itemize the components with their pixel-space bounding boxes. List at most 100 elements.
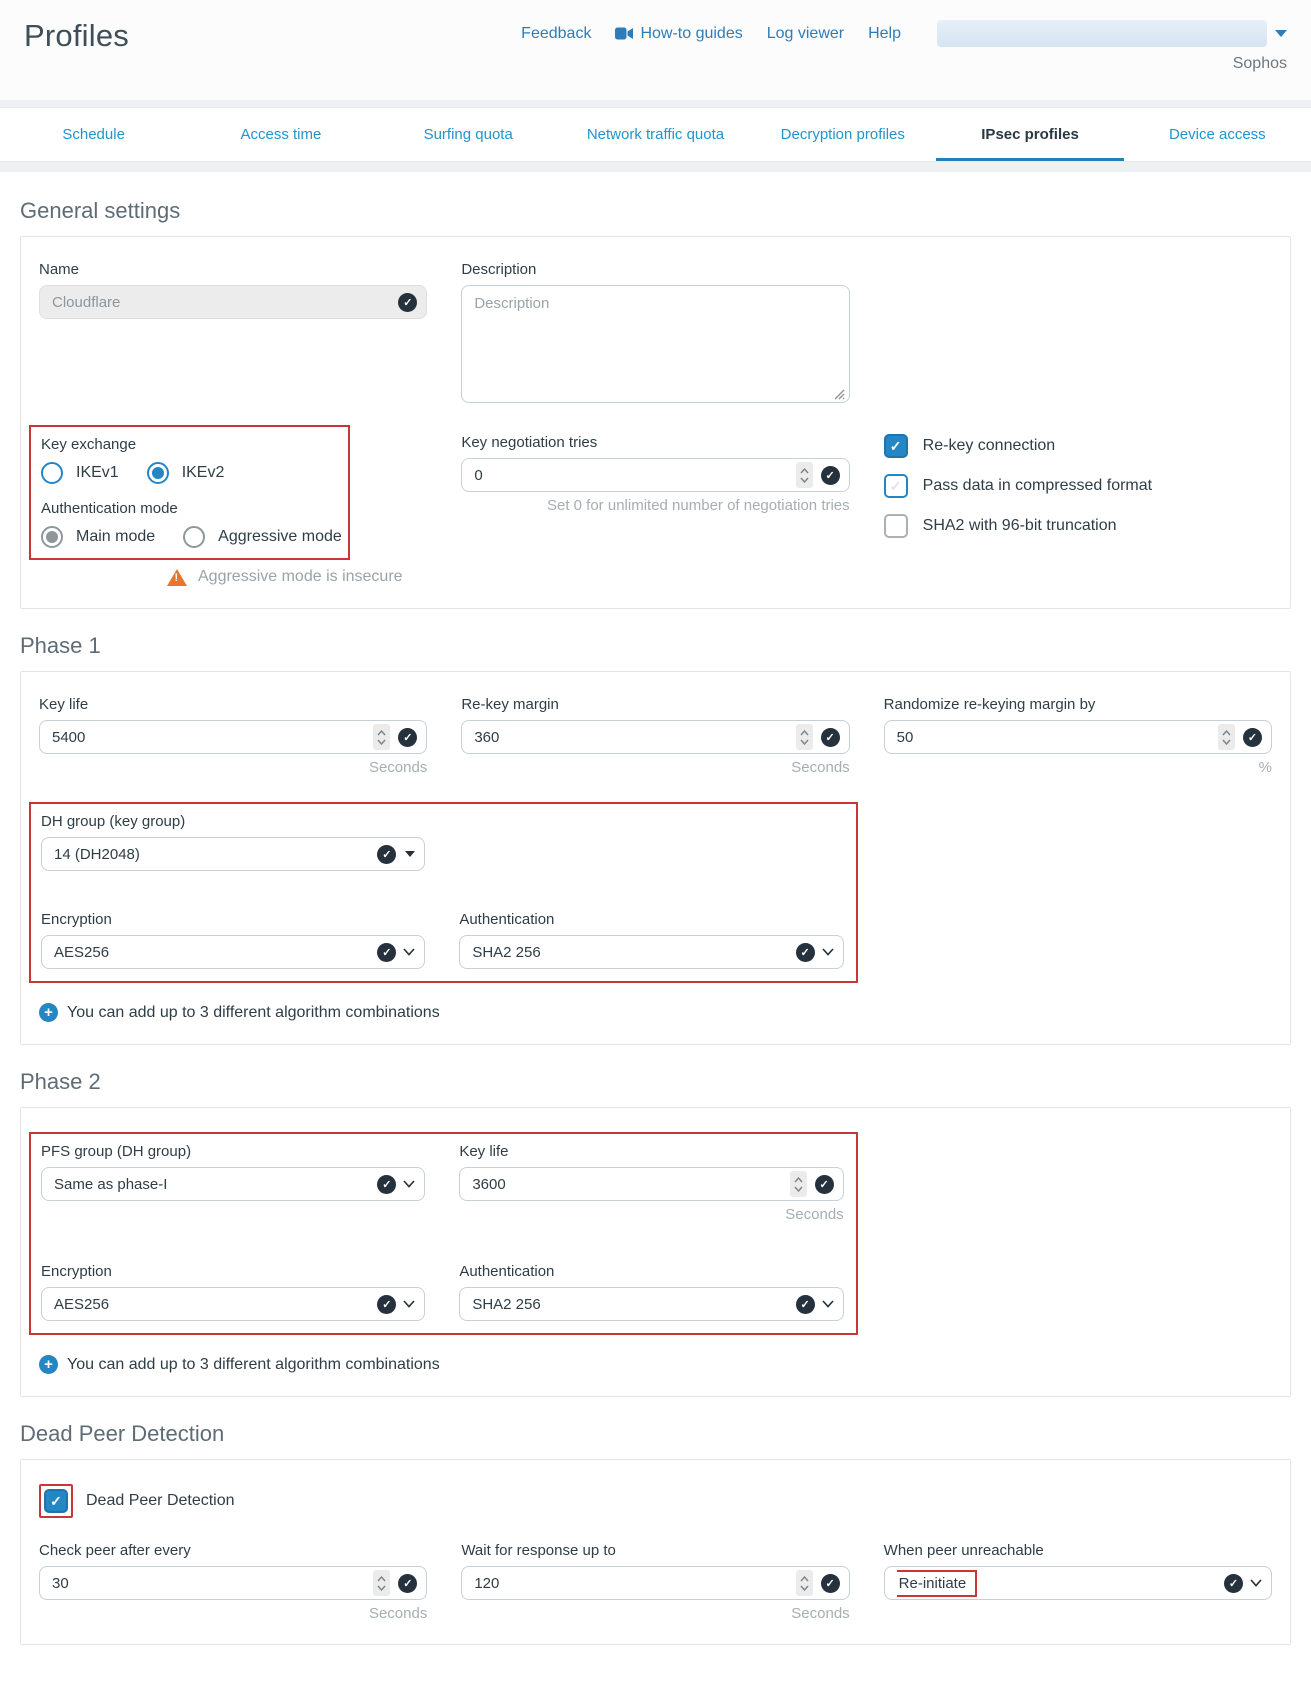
pfs-group-select[interactable]: Same as phase-I ✓ bbox=[41, 1167, 425, 1201]
dpd-card: ✓ Dead Peer Detection Check peer after e… bbox=[20, 1459, 1291, 1645]
general-settings-heading: General settings bbox=[20, 198, 1291, 224]
phase1-card: Key life 5400 ✓ Seconds Re-key margin 36… bbox=[20, 671, 1291, 1045]
resize-handle-icon[interactable] bbox=[832, 387, 845, 400]
valid-check-icon: ✓ bbox=[821, 728, 840, 747]
options-column: ✓ Re-key connection ✓ Pass data in compr… bbox=[884, 434, 1272, 554]
phase1-randomize-field: Randomize re-keying margin by 50 ✓ % bbox=[884, 696, 1272, 776]
key-exchange-label: Key exchange bbox=[41, 436, 342, 453]
phase2-heading: Phase 2 bbox=[20, 1069, 1291, 1095]
video-camera-icon bbox=[615, 27, 633, 40]
description-label: Description bbox=[461, 261, 849, 278]
feedback-link[interactable]: Feedback bbox=[521, 25, 591, 43]
page-title: Profiles bbox=[24, 18, 129, 54]
description-input[interactable] bbox=[461, 285, 849, 403]
tab-device-access[interactable]: Device access bbox=[1124, 108, 1311, 161]
profile-tabs: Schedule Access time Surfing quota Netwo… bbox=[0, 107, 1311, 162]
sha2-truncation-option: SHA2 with 96-bit truncation bbox=[884, 514, 1272, 538]
phase1-randomize-input[interactable]: 50 ✓ bbox=[884, 720, 1272, 754]
valid-check-icon: ✓ bbox=[377, 1175, 396, 1194]
phase1-authentication-select[interactable]: SHA2 256 ✓ bbox=[459, 935, 843, 969]
phase2-add-combination[interactable]: + You can add up to 3 different algorith… bbox=[39, 1355, 1272, 1374]
rekey-connection-option[interactable]: ✓ Re-key connection bbox=[884, 434, 1272, 458]
phase1-add-combination[interactable]: + You can add up to 3 different algorith… bbox=[39, 1003, 1272, 1022]
phase1-key-life-field: Key life 5400 ✓ Seconds bbox=[39, 696, 427, 776]
checkbox-checked-icon[interactable]: ✓ bbox=[884, 434, 908, 458]
phase2-algorithms-annotation: PFS group (DH group) Same as phase-I ✓ K… bbox=[29, 1132, 858, 1335]
when-unreachable-select[interactable]: Re-initiate ✓ bbox=[884, 1566, 1272, 1600]
tab-ipsec-profiles[interactable]: IPsec profiles bbox=[936, 108, 1123, 161]
tab-decryption-profiles[interactable]: Decryption profiles bbox=[749, 108, 936, 161]
stepper-icon[interactable] bbox=[373, 724, 390, 750]
radio-main-mode: Main mode bbox=[41, 526, 155, 548]
reinitiate-annotation: Re-initiate bbox=[897, 1570, 978, 1597]
valid-check-icon: ✓ bbox=[377, 845, 396, 864]
description-field: Description bbox=[461, 261, 849, 408]
phase2-encryption-select[interactable]: AES256 ✓ bbox=[41, 1287, 425, 1321]
when-unreachable-field: When peer unreachable Re-initiate ✓ bbox=[884, 1542, 1272, 1600]
wait-response-input[interactable]: 120 ✓ bbox=[461, 1566, 849, 1600]
checkbox-disabled-icon bbox=[884, 514, 908, 538]
dpd-heading: Dead Peer Detection bbox=[20, 1421, 1291, 1447]
caret-down-icon bbox=[405, 851, 415, 857]
chevron-down-icon bbox=[822, 1300, 834, 1308]
tab-access-time[interactable]: Access time bbox=[187, 108, 374, 161]
stepper-icon[interactable] bbox=[796, 1570, 813, 1596]
phase1-authentication-field: Authentication SHA2 256 ✓ bbox=[459, 911, 843, 969]
plus-icon[interactable]: + bbox=[39, 1003, 58, 1022]
valid-check-icon: ✓ bbox=[796, 943, 815, 962]
valid-check-icon: ✓ bbox=[1243, 728, 1262, 747]
pfs-group-field: PFS group (DH group) Same as phase-I ✓ bbox=[41, 1143, 425, 1223]
phase2-authentication-field: Authentication SHA2 256 ✓ bbox=[459, 1263, 843, 1321]
phase2-key-life-input[interactable]: 3600 ✓ bbox=[459, 1167, 843, 1201]
phase2-card: PFS group (DH group) Same as phase-I ✓ K… bbox=[20, 1107, 1291, 1397]
dh-group-select[interactable]: 14 (DH2048) ✓ bbox=[41, 837, 425, 871]
valid-check-icon: ✓ bbox=[398, 728, 417, 747]
stepper-icon[interactable] bbox=[790, 1171, 807, 1197]
account-name-redacted bbox=[937, 20, 1267, 47]
radio-checked-disabled-icon bbox=[41, 526, 63, 548]
valid-check-icon: ✓ bbox=[398, 293, 417, 312]
check-peer-input[interactable]: 30 ✓ bbox=[39, 1566, 427, 1600]
radio-ikev2[interactable]: IKEv2 bbox=[147, 462, 225, 484]
stepper-icon[interactable] bbox=[796, 462, 813, 488]
tab-surfing-quota[interactable]: Surfing quota bbox=[375, 108, 562, 161]
tab-schedule[interactable]: Schedule bbox=[0, 108, 187, 161]
dpd-toggle[interactable]: ✓ Dead Peer Detection bbox=[39, 1484, 1272, 1518]
key-negotiation-input[interactable]: 0 ✓ bbox=[461, 458, 849, 492]
phase2-authentication-select[interactable]: SHA2 256 ✓ bbox=[459, 1287, 843, 1321]
name-field: Name Cloudflare ✓ bbox=[39, 261, 427, 319]
wait-response-field: Wait for response up to 120 ✓ Seconds bbox=[461, 1542, 849, 1622]
stepper-icon[interactable] bbox=[796, 724, 813, 750]
phase1-rekey-margin-input[interactable]: 360 ✓ bbox=[461, 720, 849, 754]
phase1-key-life-input[interactable]: 5400 ✓ bbox=[39, 720, 427, 754]
radio-checked-icon[interactable] bbox=[147, 462, 169, 484]
radio-ikev1[interactable]: IKEv1 bbox=[41, 462, 119, 484]
name-label: Name bbox=[39, 261, 427, 278]
tab-network-traffic-quota[interactable]: Network traffic quota bbox=[562, 108, 749, 161]
checkbox-checked-icon[interactable]: ✓ bbox=[44, 1489, 68, 1513]
chevron-down-icon bbox=[822, 948, 834, 956]
plus-icon[interactable]: + bbox=[39, 1355, 58, 1374]
key-negotiation-field: Key negotiation tries 0 ✓ Set 0 for unli… bbox=[461, 434, 849, 514]
phase1-heading: Phase 1 bbox=[20, 633, 1291, 659]
phase1-encryption-field: Encryption AES256 ✓ bbox=[41, 911, 425, 969]
valid-check-icon: ✓ bbox=[821, 1574, 840, 1593]
valid-check-icon: ✓ bbox=[796, 1295, 815, 1314]
account-menu[interactable] bbox=[925, 20, 1287, 47]
stepper-icon[interactable] bbox=[1218, 724, 1235, 750]
log-viewer-link[interactable]: Log viewer bbox=[767, 25, 844, 43]
compressed-format-option[interactable]: ✓ Pass data in compressed format bbox=[884, 474, 1272, 498]
howto-guides-link[interactable]: How-to guides bbox=[615, 25, 742, 43]
chevron-down-icon bbox=[403, 948, 415, 956]
radio-disabled-icon bbox=[183, 526, 205, 548]
name-input: Cloudflare ✓ bbox=[39, 285, 427, 319]
help-link[interactable]: Help bbox=[868, 25, 901, 43]
dh-group-field: DH group (key group) 14 (DH2048) ✓ bbox=[41, 813, 425, 871]
phase1-encryption-select[interactable]: AES256 ✓ bbox=[41, 935, 425, 969]
phase2-encryption-field: Encryption AES256 ✓ bbox=[41, 1263, 425, 1321]
radio-icon[interactable] bbox=[41, 462, 63, 484]
checkbox-unchecked-icon[interactable]: ✓ bbox=[884, 474, 908, 498]
valid-check-icon: ✓ bbox=[398, 1574, 417, 1593]
check-peer-field: Check peer after every 30 ✓ Seconds bbox=[39, 1542, 427, 1622]
stepper-icon[interactable] bbox=[373, 1570, 390, 1596]
